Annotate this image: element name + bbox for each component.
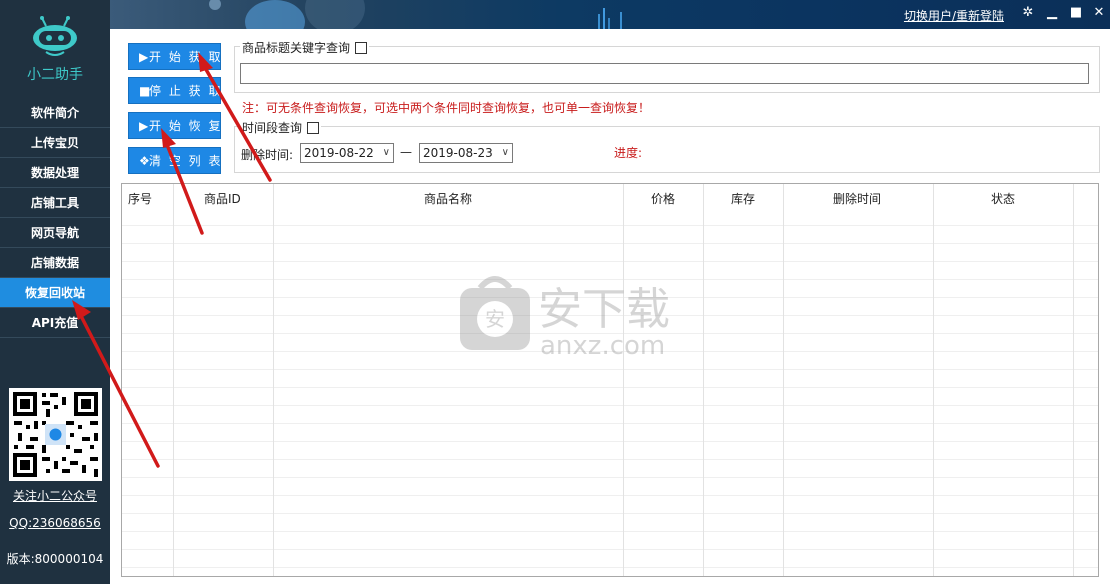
sidebar-item-software-intro[interactable]: 软件简介 [0, 98, 110, 128]
title-bar: 切换用户/重新登陆 ✲ ▁ ■ ✕ [110, 0, 1110, 29]
start-restore-button[interactable]: ▶开 始 恢 复 [128, 112, 221, 139]
column-header-index[interactable]: 序号 [128, 190, 152, 207]
end-date-picker[interactable]: 2019-08-23 ∨ [419, 143, 513, 163]
watermark-logo: 安 安下载 anxz.com [460, 274, 680, 367]
follow-wechat-link[interactable]: 关注小二公众号 [0, 487, 110, 504]
start-fetch-button[interactable]: ▶开 始 获 取 [128, 43, 221, 70]
svg-text:安: 安 [485, 307, 505, 331]
close-icon[interactable]: ✕ [1090, 5, 1108, 21]
version-label: 版本:800000104 [6, 552, 104, 566]
column-header-item-name[interactable]: 商品名称 [424, 190, 472, 207]
sidebar-menu: 软件简介 上传宝贝 数据处理 店铺工具 网页导航 店铺数据 恢复回收站 API充… [0, 98, 110, 338]
play-icon: ▶ [139, 119, 149, 133]
keyword-input[interactable] [240, 63, 1089, 84]
svg-text:anxz.com: anxz.com [540, 331, 665, 361]
column-header-price[interactable]: 价格 [651, 190, 675, 207]
robot-logo-icon [33, 16, 77, 56]
svg-text:安下载: 安下载 [538, 284, 670, 335]
brand-name: 小二助手 [27, 67, 83, 83]
time-query-checkbox[interactable] [307, 121, 320, 134]
sidebar-item-api-recharge[interactable]: API充值 [0, 308, 110, 338]
main-panel: ▶开 始 获 取 ■停 止 获 取 ▶开 始 恢 复 ❖清 空 列 表 商品标题… [110, 29, 1110, 584]
qr-code-image [9, 388, 102, 481]
column-header-delete-time[interactable]: 删除时间 [833, 190, 881, 207]
keyword-query-title: 商品标题关键字查询 [240, 39, 370, 56]
clear-list-button[interactable]: ❖清 空 列 表 [128, 147, 221, 174]
switch-user-link[interactable]: 切换用户/重新登陆 [904, 7, 1004, 24]
chevron-down-icon: ∨ [501, 147, 509, 158]
sidebar-item-shop-tools[interactable]: 店铺工具 [0, 188, 110, 218]
stop-icon: ■ [139, 84, 151, 98]
usage-note: 注：可无条件查询恢复，可选中两个条件同时查询恢复，也可单一查询恢复！ [242, 101, 651, 115]
chevron-down-icon: ∨ [382, 147, 390, 158]
date-separator: — [400, 145, 412, 159]
play-icon: ▶ [139, 50, 149, 64]
keyword-query-checkbox[interactable] [355, 41, 368, 54]
column-header-stock[interactable]: 库存 [731, 190, 755, 207]
sidebar-item-shop-data[interactable]: 店铺数据 [0, 248, 110, 278]
sidebar-item-recycle-bin[interactable]: 恢复回收站 [0, 278, 110, 308]
progress-label: 进度: [614, 146, 643, 160]
dropbox-icon: ❖ [139, 154, 150, 168]
delete-time-label: 删除时间: [241, 148, 294, 162]
sidebar-item-data-processing[interactable]: 数据处理 [0, 158, 110, 188]
maximize-icon[interactable]: ■ [1067, 5, 1085, 21]
column-header-item-id[interactable]: 商品ID [204, 190, 241, 207]
sidebar: 小二助手 软件简介 上传宝贝 数据处理 店铺工具 网页导航 店铺数据 恢复回收站… [0, 0, 110, 584]
minimize-icon[interactable]: ▁ [1043, 5, 1061, 21]
sidebar-item-upload-items[interactable]: 上传宝贝 [0, 128, 110, 158]
column-header-status[interactable]: 状态 [991, 190, 1015, 207]
sidebar-item-web-navigation[interactable]: 网页导航 [0, 218, 110, 248]
start-date-picker[interactable]: 2019-08-22 ∨ [300, 143, 394, 163]
results-table[interactable]: 序号 商品ID 商品名称 价格 库存 删除时间 状态 安 安下载 anxz.co… [121, 183, 1099, 577]
time-query-title: 时间段查询 [240, 119, 322, 136]
stop-fetch-button[interactable]: ■停 止 获 取 [128, 77, 221, 104]
settings-icon[interactable]: ✲ [1019, 5, 1037, 21]
qq-link[interactable]: QQ:236068656 [0, 516, 110, 530]
